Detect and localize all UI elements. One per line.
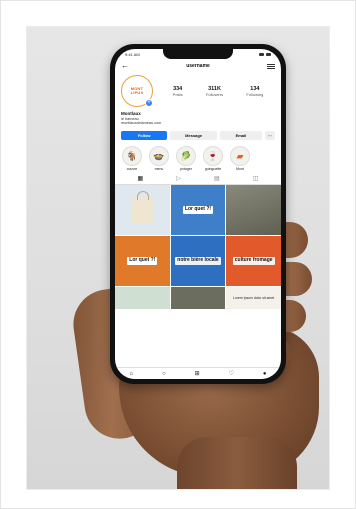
highlight-label: Mont (236, 167, 244, 172)
bottom-navigation: ⌂ ○ ⊞ ♡ ● (115, 367, 281, 379)
profile-stats: 334 Posts 311K Followers 134 Following (161, 86, 275, 97)
stat-followers[interactable]: 311K Followers (206, 86, 223, 97)
follow-button[interactable]: Follow (121, 131, 168, 141)
highlight-label: potager (180, 167, 192, 172)
mont-icon: ▰ (230, 146, 250, 167)
home-icon[interactable]: ⌂ (129, 371, 133, 377)
stat-posts[interactable]: 334 Posts (173, 86, 183, 97)
tagged-tab-icon[interactable]: ◫ (253, 175, 259, 182)
profile-header: ← username (115, 60, 281, 72)
grid-tab-icon[interactable]: ▦ (138, 175, 144, 182)
cocotte-icon: 🍲 (149, 146, 169, 167)
post-sign-text: culture fromage (232, 257, 275, 265)
status-time: 9:41 AM (125, 52, 140, 57)
highlight-item[interactable]: 🥬 potager (175, 146, 197, 171)
status-icons (259, 53, 271, 56)
highlight-item[interactable]: 🍲 menu (148, 146, 170, 171)
goat-icon: 🐐 (122, 146, 142, 167)
phone-device: 9:41 AM ← username MONT LIPUX + 334 Post… (110, 44, 286, 384)
highlight-label: couvre (126, 167, 138, 172)
post-thumbnail[interactable] (170, 287, 226, 310)
post-grid: Lor quet ?! Lor quet ?! notre bière loca… (115, 185, 281, 310)
highlight-item[interactable]: 🐐 couvre (121, 146, 143, 171)
highlight-item[interactable]: ▰ Mont (229, 146, 251, 171)
post-thumbnail[interactable] (226, 185, 281, 236)
guides-tab-icon[interactable]: ▤ (214, 175, 220, 182)
reels-tab-icon[interactable]: ▷ (176, 175, 181, 182)
post-caption-text: Lorem Ipsum dolor sit amet (233, 296, 275, 301)
profile-username[interactable]: username (186, 63, 210, 69)
post-thumbnail[interactable]: culture fromage (226, 236, 281, 287)
stat-label: Following (246, 91, 264, 97)
leaf-icon: 🥬 (176, 146, 196, 167)
post-sign-text: Lor quet ?! (182, 206, 214, 214)
glasses-icon: 🍷 (203, 146, 223, 167)
tote-bag-image (131, 191, 154, 224)
hamburger-menu-icon[interactable] (267, 63, 275, 69)
profile-summary: MONT LIPUX + 334 Posts 311K Followers 13… (115, 72, 281, 107)
post-thumbnail[interactable]: Lor quet ?! (115, 236, 170, 287)
signal-icon (259, 53, 264, 56)
back-arrow-icon[interactable]: ← (121, 62, 129, 70)
post-sign-text: Lor quet ?! (127, 257, 158, 265)
post-thumbnail[interactable]: notre bière locale (170, 236, 226, 287)
post-sign-text: notre bière locale (175, 257, 221, 265)
heart-icon[interactable]: ♡ (229, 370, 234, 377)
phone-screen: 9:41 AM ← username MONT LIPUX + 334 Post… (115, 49, 281, 379)
profile-bio: Montlaux le hameau montlauxdelameau.com (115, 107, 281, 126)
highlight-label: guinguette (204, 167, 222, 172)
profile-actions: Follow Message Email ··· (115, 126, 281, 141)
stat-label: Followers (205, 91, 224, 97)
hand-wrist (177, 437, 297, 489)
post-thumbnail[interactable] (115, 185, 170, 236)
more-options-button[interactable]: ··· (265, 131, 275, 141)
highlight-item[interactable]: 🍷 guinguette (202, 146, 224, 171)
profile-icon[interactable]: ● (263, 371, 267, 377)
search-icon[interactable]: ○ (162, 371, 166, 377)
message-button[interactable]: Message (170, 131, 217, 141)
stat-label: Posts (172, 91, 183, 97)
add-story-icon[interactable]: + (145, 99, 153, 107)
story-highlights: 🐐 couvre 🍲 menu 🥬 potager 🍷 guinguette ▰… (115, 140, 281, 171)
stat-following[interactable]: 134 Following (246, 86, 263, 97)
avatar[interactable]: MONT LIPUX + (121, 75, 153, 107)
post-thumbnail[interactable] (115, 287, 170, 310)
add-post-icon[interactable]: ⊞ (195, 370, 200, 377)
avatar-text-line2: LIPUX (130, 90, 144, 95)
post-thumbnail[interactable]: Lor quet ?! (170, 185, 226, 236)
post-thumbnail[interactable]: Lorem Ipsum dolor sit amet (226, 287, 281, 310)
battery-icon (266, 53, 271, 56)
phone-notch (163, 49, 233, 59)
profile-tabs: ▦ ▷ ▤ ◫ (115, 171, 281, 186)
highlight-label: menu (154, 167, 164, 172)
email-button[interactable]: Email (219, 131, 262, 141)
